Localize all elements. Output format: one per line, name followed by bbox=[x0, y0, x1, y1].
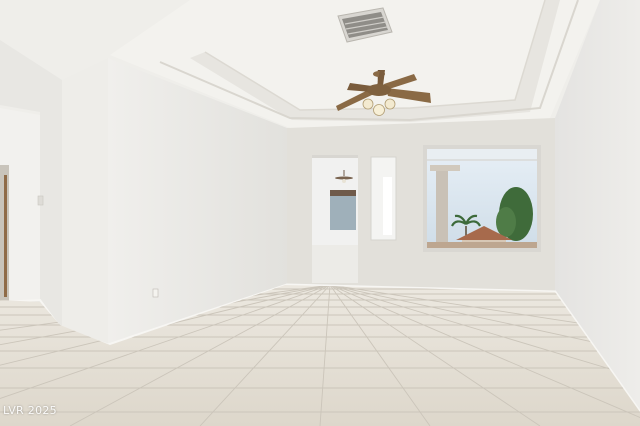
room-illustration bbox=[0, 0, 640, 426]
far-room-floor bbox=[312, 245, 358, 283]
patio-wall bbox=[427, 242, 537, 248]
light-switch bbox=[37, 195, 44, 206]
window-top-glare bbox=[427, 149, 537, 161]
outlet-icon bbox=[152, 288, 159, 298]
fan-light bbox=[384, 98, 396, 110]
opening-header bbox=[312, 155, 358, 158]
fan-light bbox=[362, 98, 374, 110]
watermark-text: LVR 2025 bbox=[3, 404, 57, 417]
wall-column bbox=[62, 58, 108, 345]
tree-foliage bbox=[496, 207, 516, 237]
niche-window-light bbox=[383, 177, 392, 235]
patio-beam bbox=[430, 165, 460, 171]
patio-column bbox=[436, 170, 448, 248]
far-window-valance bbox=[330, 190, 356, 196]
fan-light bbox=[373, 104, 385, 116]
hallway-door-frame bbox=[4, 175, 7, 297]
empty-room-photo: LVR 2025 bbox=[0, 0, 640, 426]
main-window bbox=[423, 145, 541, 252]
